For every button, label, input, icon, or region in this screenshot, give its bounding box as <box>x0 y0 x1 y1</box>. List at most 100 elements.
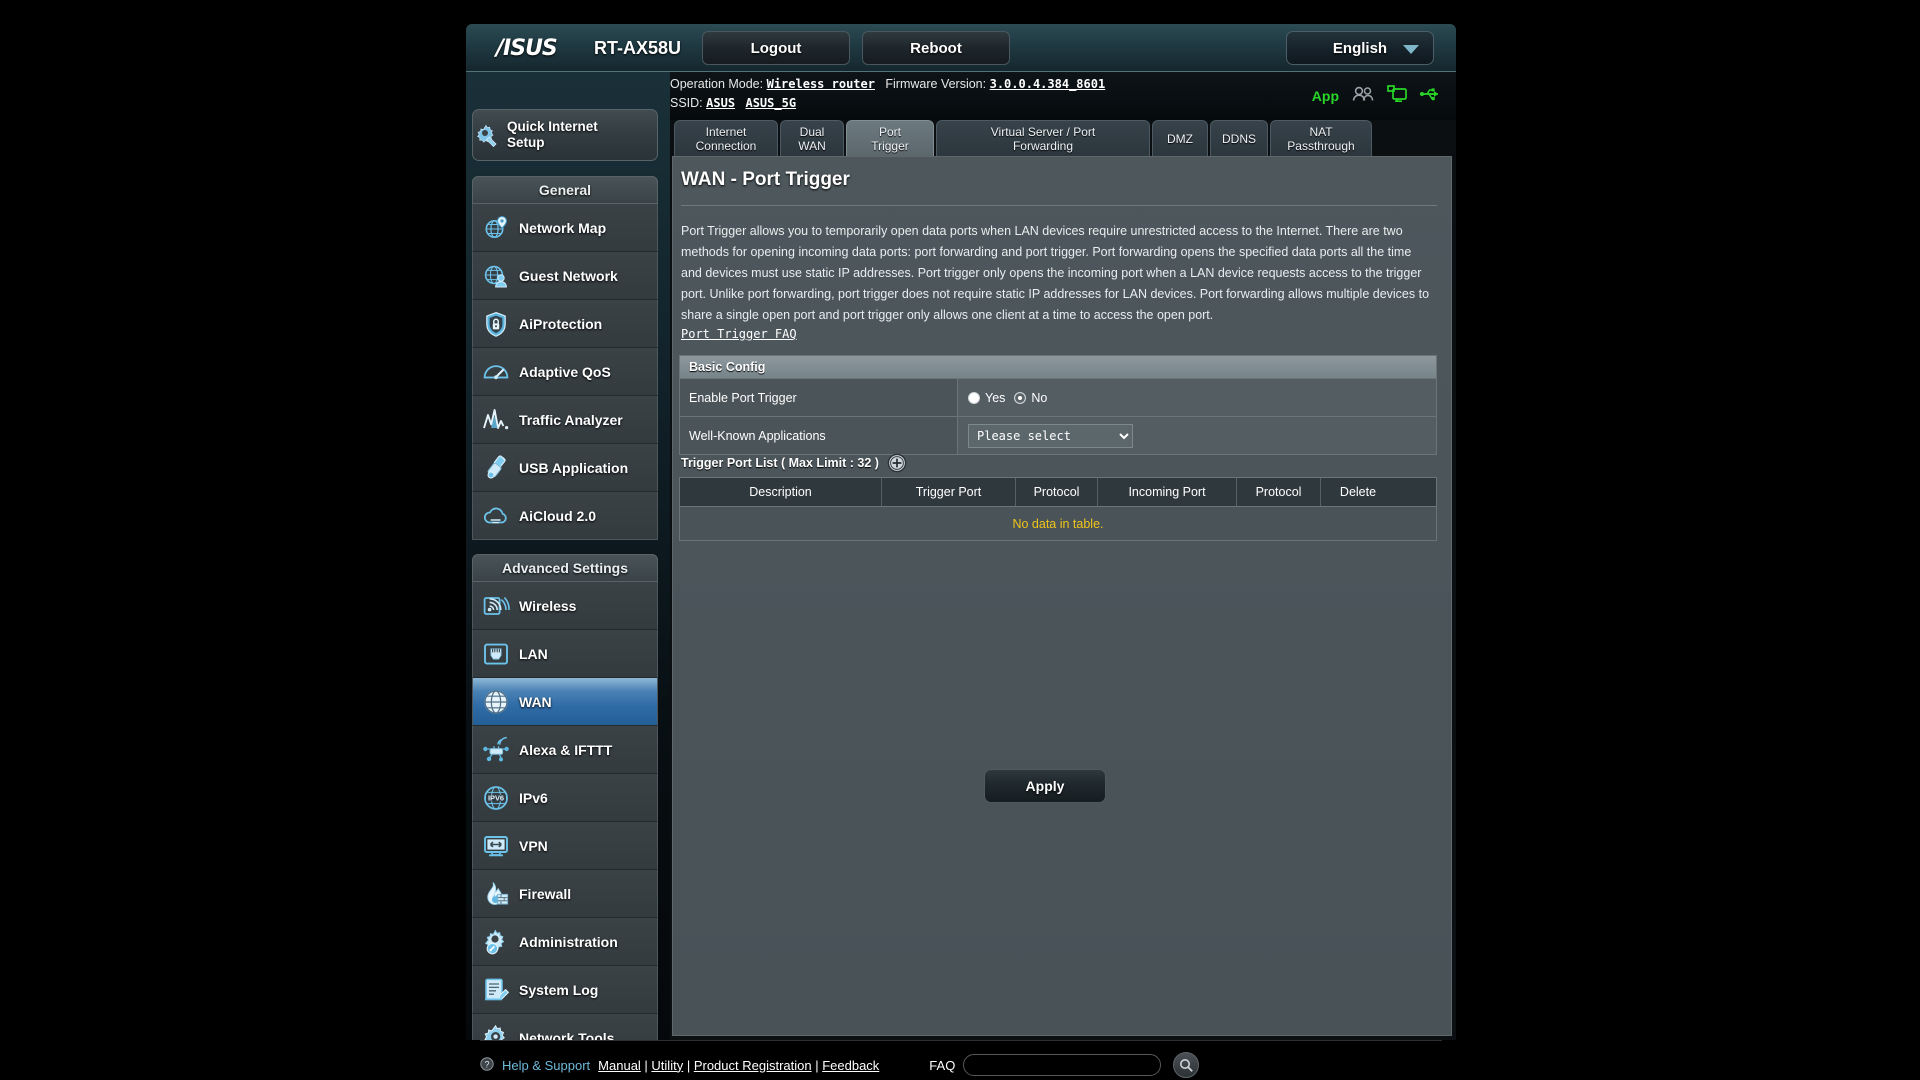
sidebar-item-aicloud-2-0[interactable]: AiCloud 2.0 <box>472 492 658 540</box>
sidebar-item-administration[interactable]: Administration <box>472 918 658 966</box>
footer-link-manual[interactable]: Manual <box>598 1058 641 1073</box>
gauge-icon <box>482 358 510 386</box>
sidebar-item-label: Firewall <box>519 886 571 902</box>
basic-config-section: Basic Config Enable Port Trigger Yes No <box>679 355 1437 455</box>
sidebar-item-label: Wireless <box>519 598 576 614</box>
usb-icon[interactable] <box>1420 86 1442 107</box>
sidebar-item-label: Administration <box>519 934 618 950</box>
tab-nat-passthrough[interactable]: NATPassthrough <box>1270 120 1372 156</box>
basic-config-header: Basic Config <box>680 356 1436 378</box>
sidebar-item-aiprotection[interactable]: AiProtection <box>472 300 658 348</box>
vpn-icon <box>482 832 510 860</box>
add-row-button[interactable] <box>887 453 907 473</box>
apply-button[interactable]: Apply <box>984 769 1106 803</box>
well-known-applications-value: Please select <box>957 417 1436 454</box>
logout-button[interactable]: Logout <box>702 31 850 65</box>
network-map-icon <box>482 214 510 242</box>
radio-no-label: No <box>1031 391 1047 405</box>
trigger-port-list-title: Trigger Port List ( Max Limit : 32 ) <box>681 456 879 470</box>
firmware-value[interactable]: 3.0.0.4.384_8601 <box>990 77 1106 91</box>
page-title: WAN - Port Trigger <box>681 169 850 191</box>
sidebar-item-label: AiCloud 2.0 <box>519 508 596 524</box>
quick-setup-label: Quick InternetSetup <box>507 119 598 151</box>
radio-no[interactable] <box>1014 392 1026 404</box>
sidebar-item-label: LAN <box>519 646 548 662</box>
tab-internet-connection[interactable]: InternetConnection <box>674 120 778 156</box>
sidebar-item-ipv6[interactable]: IPV6IPv6 <box>472 774 658 822</box>
search-icon[interactable] <box>1173 1052 1199 1078</box>
svg-text:IPV6: IPV6 <box>488 793 504 802</box>
radio-yes[interactable] <box>968 392 980 404</box>
tab-label: DDNS <box>1222 132 1256 146</box>
quick-setup-gear-icon <box>473 121 501 149</box>
traffic-analyzer-icon <box>482 406 510 434</box>
column-header-trigger-port: Trigger Port <box>882 478 1016 506</box>
footer-separator: | <box>641 1058 652 1073</box>
footer-link-feedback[interactable]: Feedback <box>822 1058 879 1073</box>
network-monitor-icon[interactable] <box>1387 85 1407 107</box>
quick-internet-setup-button[interactable]: Quick InternetSetup <box>472 109 658 161</box>
tab-label: NATPassthrough <box>1287 125 1354 153</box>
main-content: InternetConnection DualWAN PortTriggerVirt… <box>670 120 1456 1064</box>
tab-virtual-server-port-forwarding[interactable]: Virtual Server / PortForwarding <box>936 120 1150 156</box>
footer-separator: | <box>683 1058 694 1073</box>
sidebar-item-usb-application[interactable]: USB Application <box>472 444 658 492</box>
footer-link-utility[interactable]: Utility <box>651 1058 683 1073</box>
enable-port-trigger-label: Enable Port Trigger <box>680 379 957 416</box>
sidebar-item-vpn[interactable]: VPN <box>472 822 658 870</box>
menu-group-title: Advanced Settings <box>472 554 658 582</box>
sidebar-item-wireless[interactable]: Wireless <box>472 582 658 630</box>
menu-group-title: General <box>472 176 658 204</box>
tab-port-trigger[interactable]: PortTrigger <box>846 120 934 156</box>
menu-group-advanced: Advanced Settings Wireless LAN WAN Alexa & I… <box>472 554 658 1062</box>
language-selector[interactable]: English <box>1286 31 1434 65</box>
footer-link-product-registration[interactable]: Product Registration <box>694 1058 812 1073</box>
sidebar-item-label: Traffic Analyzer <box>519 412 623 428</box>
router-model-name: RT-AX58U <box>594 38 681 59</box>
sidebar-item-adaptive-qos[interactable]: Adaptive QoS <box>472 348 658 396</box>
tab-dual-wan[interactable]: DualWAN <box>780 120 844 156</box>
operation-mode-value[interactable]: Wireless router <box>767 77 875 91</box>
radio-no-wrap[interactable]: No <box>1014 391 1047 405</box>
sidebar-item-label: WAN <box>519 694 552 710</box>
router-admin-page: /ISUS RT-AX58U Logout Reboot English Ope… <box>0 0 1920 1080</box>
sidebar-item-guest-network[interactable]: Guest Network <box>472 252 658 300</box>
tab-label: DualWAN <box>798 125 826 153</box>
well-known-applications-label: Well-Known Applications <box>680 417 957 454</box>
app-link[interactable]: App <box>1312 88 1339 104</box>
well-known-applications-select[interactable]: Please select <box>968 424 1133 448</box>
operation-mode-line: Operation Mode: Wireless router Firmware… <box>670 77 1105 91</box>
sidebar: Quick InternetSetup General Network Map Gu… <box>466 72 670 1064</box>
tab-ddns[interactable]: DDNS <box>1210 120 1268 156</box>
sidebar-item-label: Network Map <box>519 220 606 236</box>
sidebar-item-alexa-ifttt[interactable]: Alexa & IFTTT <box>472 726 658 774</box>
clients-users-icon[interactable] <box>1352 86 1374 107</box>
status-icon-group: App <box>1312 85 1442 107</box>
radio-yes-wrap[interactable]: Yes <box>968 391 1005 405</box>
sidebar-item-wan[interactable]: WAN <box>472 678 658 726</box>
sidebar-item-lan[interactable]: LAN <box>472 630 658 678</box>
language-value: English <box>1333 40 1387 57</box>
cloud-icon <box>482 502 510 530</box>
ssid-line: SSID: ASUS ASUS_5G <box>670 96 796 110</box>
alexa-ifttt-icon <box>482 736 510 764</box>
sidebar-item-firewall[interactable]: Firewall <box>472 870 658 918</box>
header-bar: /ISUS RT-AX58U Logout Reboot English <box>466 24 1456 72</box>
sidebar-item-system-log[interactable]: System Log <box>472 966 658 1014</box>
reboot-button[interactable]: Reboot <box>862 31 1010 65</box>
sidebar-item-label: Adaptive QoS <box>519 364 611 380</box>
ssid-2g-value[interactable]: ASUS <box>706 96 735 110</box>
sidebar-item-network-map[interactable]: Network Map <box>472 204 658 252</box>
footer-separator: | <box>812 1058 823 1073</box>
shield-lock-icon <box>482 310 510 338</box>
trigger-port-list-header: Trigger Port List ( Max Limit : 32 ) <box>681 453 907 473</box>
asus-logo: /ISUS <box>496 36 557 61</box>
sidebar-item-label: USB Application <box>519 460 628 476</box>
sidebar-item-traffic-analyzer[interactable]: Traffic Analyzer <box>472 396 658 444</box>
tab-dmz[interactable]: DMZ <box>1152 120 1208 156</box>
sidebar-item-label: Guest Network <box>519 268 618 284</box>
ssid-5g-value[interactable]: ASUS_5G <box>745 96 796 110</box>
faq-search-input[interactable] <box>963 1054 1161 1076</box>
port-trigger-faq-link[interactable]: Port Trigger FAQ <box>681 327 797 341</box>
wireless-icon <box>482 592 510 620</box>
